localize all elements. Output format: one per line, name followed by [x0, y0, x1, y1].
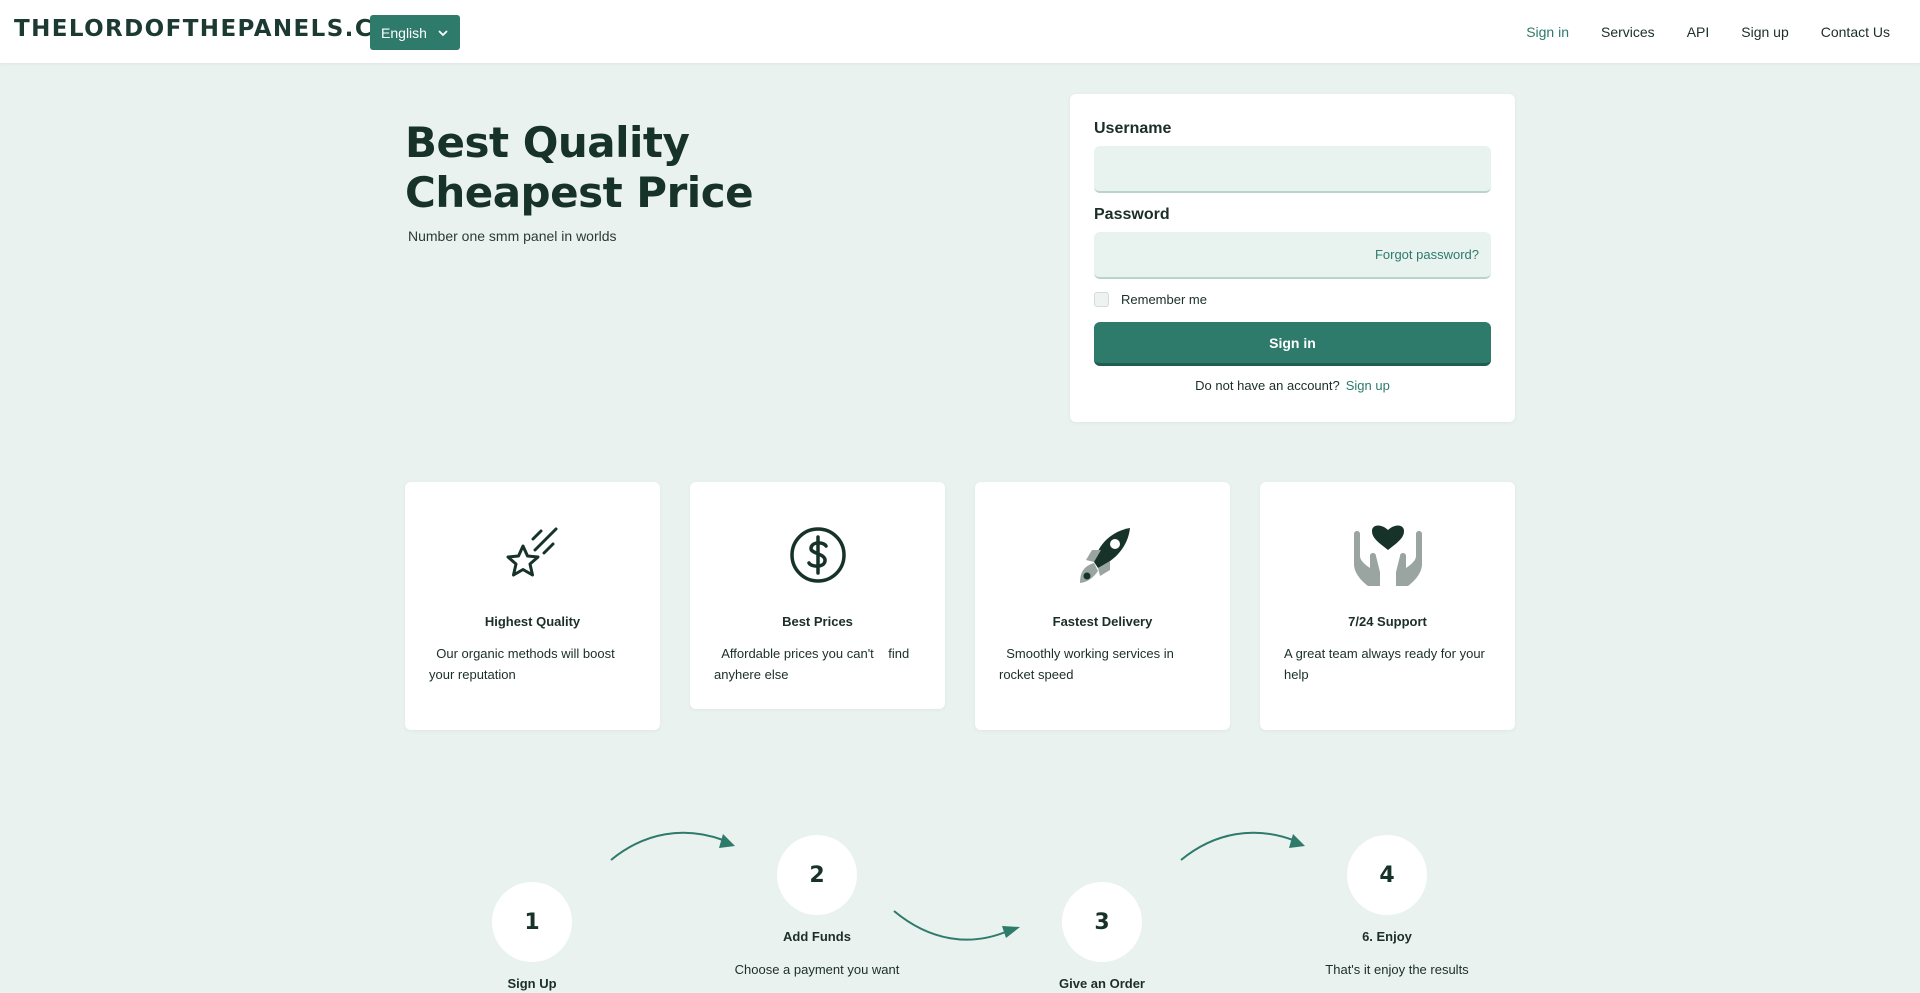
curved-arrow-icon [610, 831, 735, 861]
language-label: English [381, 24, 427, 41]
curved-arrow-icon [1180, 831, 1305, 861]
hero-title: Best Quality Cheapest Price [405, 118, 754, 217]
login-form: Username Password Forgot password? Remem… [1070, 94, 1515, 422]
remember-me-label: Remember me [1121, 292, 1207, 307]
feature-title: 7/24 Support [1348, 614, 1427, 629]
username-input[interactable] [1094, 146, 1491, 193]
nav-api[interactable]: API [1687, 24, 1710, 40]
feature-card-prices: Best Prices Affordable prices you can't … [690, 482, 945, 709]
step-title: 6. Enjoy [1362, 929, 1412, 944]
feature-card-quality: Highest Quality Our organic methods will… [405, 482, 660, 730]
forgot-password-link[interactable]: Forgot password? [1375, 247, 1479, 262]
step-number: 4 [1347, 835, 1427, 915]
nav-contact-us[interactable]: Contact Us [1821, 24, 1890, 40]
hero-subtitle: Number one smm panel in worlds [408, 228, 617, 244]
feature-title: Highest Quality [484, 614, 581, 629]
navbar: THELORDOFTHEPANELS.COM English Sign in S… [0, 0, 1920, 63]
step-desc: Choose a payment you want [734, 962, 900, 977]
feature-desc: Smoothly working services in rocket spee… [999, 646, 1178, 682]
nav-services[interactable]: Services [1601, 24, 1655, 40]
step-number: 3 [1062, 882, 1142, 962]
username-label: Username [1094, 120, 1172, 137]
password-label: Password [1094, 206, 1170, 223]
step-number: 1 [492, 882, 572, 962]
heart-hands-icon [1260, 520, 1515, 590]
chevron-down-icon [437, 27, 449, 39]
step-number: 2 [777, 835, 857, 915]
feature-title: Fastest Delivery [1052, 614, 1153, 629]
feature-desc: A great team always ready for your help [1284, 646, 1489, 682]
shooting-star-icon [405, 520, 660, 590]
remember-me: Remember me [1094, 292, 1207, 307]
feature-card-support: 7/24 Support A great team always ready f… [1260, 482, 1515, 730]
step-desc: That's it enjoy the results [1325, 962, 1469, 977]
no-account-text: Do not have an account? Sign up [1070, 378, 1515, 393]
no-account-label: Do not have an account? [1195, 378, 1340, 393]
dollar-circle-icon [690, 520, 945, 590]
rocket-icon [975, 520, 1230, 590]
brand-logo[interactable]: THELORDOFTHEPANELS.COM [14, 16, 418, 42]
step-title: Add Funds [783, 929, 851, 944]
feature-desc: Our organic methods will boost your repu… [429, 646, 619, 682]
step-title: Give an Order [1059, 976, 1145, 991]
signin-button[interactable]: Sign in [1094, 322, 1491, 366]
language-dropdown[interactable]: English [370, 15, 460, 50]
step-title: Sign Up [507, 976, 557, 991]
nav-signin[interactable]: Sign in [1526, 24, 1569, 40]
nav-signup[interactable]: Sign up [1741, 24, 1788, 40]
feature-desc: Affordable prices you can't find anyhere… [714, 646, 913, 682]
feature-card-delivery: Fastest Delivery Smoothly working servic… [975, 482, 1230, 730]
signup-link[interactable]: Sign up [1346, 378, 1390, 393]
remember-me-checkbox[interactable] [1094, 292, 1109, 307]
feature-title: Best Prices [782, 614, 853, 629]
nav-menu: Sign in Services API Sign up Contact Us [1526, 0, 1890, 63]
